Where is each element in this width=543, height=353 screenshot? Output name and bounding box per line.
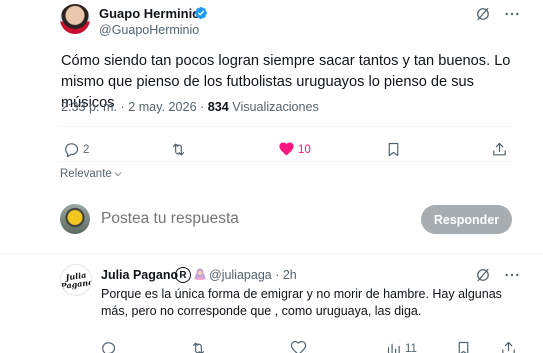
reply-retweet-button[interactable] — [190, 340, 207, 353]
bookmark-icon — [388, 142, 399, 157]
share-icon — [502, 341, 515, 353]
reply-sort-label: Relevante — [60, 168, 112, 180]
reply-count: 2 — [83, 143, 90, 156]
submit-reply-button[interactable]: Responder — [421, 205, 512, 234]
bookmark-icon — [458, 341, 469, 353]
author-avatar[interactable] — [60, 4, 90, 34]
tweet-timestamp[interactable]: 2:33 p. m. · 2 may. 2026 · — [61, 100, 204, 114]
like-count: 10 — [298, 143, 311, 156]
author-name[interactable]: Guapo Herminio — [99, 6, 200, 21]
share-icon — [493, 142, 506, 156]
reply-text: Porque es la única forma de emigrar y no… — [101, 287, 502, 318]
bookmark-button[interactable] — [385, 141, 402, 158]
reply-reply-button[interactable] — [100, 340, 117, 353]
reply-bookmark-button[interactable] — [455, 340, 472, 353]
chevron-down-icon — [114, 172, 122, 177]
tweet-meta: 2:33 p. m. · 2 may. 2026 · 834 Visualiza… — [61, 100, 319, 114]
like-button[interactable]: 10 — [278, 141, 311, 158]
retweet-icon — [192, 342, 205, 353]
author-handle[interactable]: @GuapoHerminio — [99, 23, 199, 37]
reply-icon — [65, 143, 79, 158]
more-options-icon[interactable] — [503, 5, 521, 23]
reply-input[interactable] — [101, 210, 401, 228]
grok-icon[interactable] — [474, 266, 492, 284]
reply-sort-dropdown[interactable]: Relevante — [60, 168, 123, 180]
views-icon — [387, 343, 400, 353]
woman-emoji-icon — [194, 268, 206, 280]
verified-badge-icon — [195, 7, 207, 19]
views-label: Visualizaciones — [232, 100, 319, 114]
reply-author-meta: @juliapaga · 2h — [209, 268, 297, 282]
heart-icon — [290, 340, 307, 353]
heart-filled-icon — [279, 142, 294, 156]
registered-badge: R — [175, 267, 191, 283]
retweet-button[interactable] — [170, 141, 190, 158]
reply-author-name[interactable]: Julia Pagano — [101, 268, 178, 282]
reply-avatar-text: Julia Pagano — [60, 269, 92, 292]
divider — [60, 161, 513, 162]
reply-icon — [102, 342, 116, 353]
reply-share-button[interactable] — [500, 340, 517, 353]
views-count: 834 — [207, 100, 229, 114]
divider — [60, 126, 513, 127]
reply-views-button[interactable]: 11 — [385, 340, 417, 353]
grok-icon[interactable] — [474, 5, 492, 23]
more-options-icon[interactable] — [503, 266, 521, 284]
divider — [0, 253, 543, 254]
reply-button[interactable]: 2 — [63, 141, 89, 158]
share-button[interactable] — [491, 141, 508, 158]
retweet-icon — [172, 143, 185, 156]
reply-age[interactable]: · 2h — [275, 268, 297, 282]
reply-author-avatar[interactable]: Julia Pagano — [60, 264, 92, 296]
current-user-avatar[interactable] — [60, 204, 90, 234]
reply-views-count: 11 — [405, 342, 417, 353]
reply-author-handle[interactable]: @juliapaga — [209, 268, 272, 282]
reply-like-button[interactable] — [290, 340, 307, 353]
